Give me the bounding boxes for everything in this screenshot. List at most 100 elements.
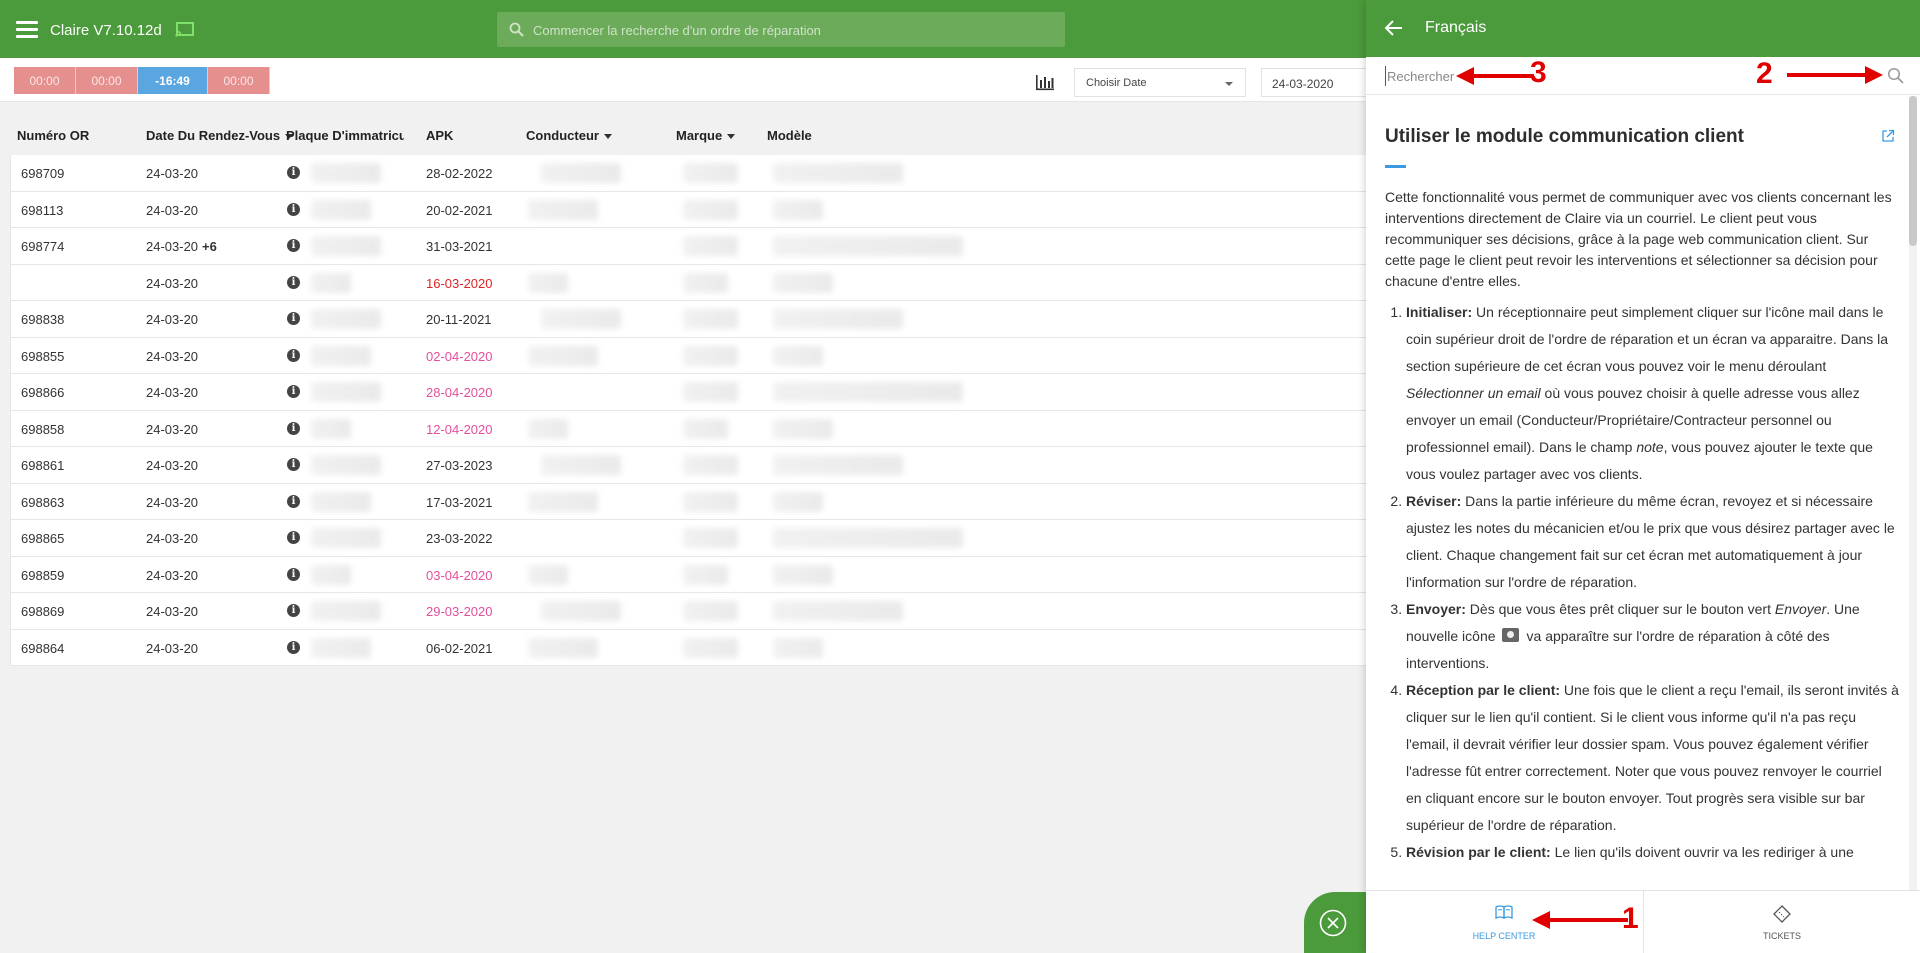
help-search-input[interactable] — [1385, 66, 1785, 86]
app-root: Claire V7.10.12d 00:00 00:00 -16:49 00:0… — [0, 0, 1920, 953]
table-row[interactable]: 698865 24-03-20 i 23-03-2022 — [10, 520, 1366, 557]
redacted-cell — [311, 528, 381, 548]
timer-button[interactable]: 00:00 — [76, 67, 138, 94]
help-panel: Français Utiliser le module communicatio… — [1366, 0, 1920, 953]
column-header-model[interactable]: Modèle — [767, 128, 812, 143]
chevron-down-icon — [1225, 82, 1233, 86]
column-header-plate[interactable]: Plaque D'immatriculation — [286, 128, 404, 143]
cell-apk-date: 03-04-2020 — [426, 567, 493, 583]
column-header-brand[interactable]: Marque — [676, 128, 736, 143]
redacted-cell — [311, 345, 371, 366]
info-icon[interactable]: i — [287, 458, 300, 471]
info-icon[interactable]: i — [287, 531, 300, 544]
cell-apk-date: 20-02-2021 — [426, 202, 493, 218]
bar-chart-icon[interactable] — [1035, 74, 1055, 91]
cell-or-number: 698838 — [21, 312, 65, 327]
redacted-cell — [773, 272, 833, 293]
redacted-cell — [773, 199, 823, 220]
redacted-cell — [311, 236, 381, 256]
date-select[interactable]: Choisir Date — [1074, 68, 1246, 97]
annotation-number-2: 2 — [1756, 57, 1773, 90]
cell-or-number: 698866 — [21, 385, 65, 400]
redacted-cell — [541, 455, 621, 475]
info-icon[interactable]: i — [287, 640, 300, 654]
book-icon — [1495, 905, 1513, 919]
redacted-cell — [311, 163, 381, 183]
table-header: Numéro OR Date Du Rendez-Vous Plaque D'i… — [10, 118, 1366, 154]
column-header-apk[interactable]: APK — [426, 128, 453, 143]
timer-button-active[interactable]: -16:49 — [138, 67, 208, 94]
info-icon[interactable]: i — [287, 604, 300, 617]
back-arrow-icon[interactable] — [1384, 18, 1404, 38]
cell-apk-date: 28-02-2022 — [426, 166, 493, 181]
table-row[interactable]: 698864 24-03-20 i 06-02-2021 — [10, 629, 1366, 666]
title-underline — [1385, 165, 1406, 168]
annotation-number-1: 1 — [1622, 902, 1639, 935]
info-icon[interactable]: i — [287, 421, 300, 435]
redacted-cell — [683, 455, 738, 475]
timer-button[interactable]: 00:00 — [14, 67, 76, 94]
tab-help-center[interactable]: HELP CENTER — [1366, 891, 1642, 953]
redacted-cell — [683, 382, 738, 402]
timer-group: 00:00 00:00 -16:49 00:00 — [14, 67, 270, 94]
hamburger-menu-icon[interactable] — [16, 21, 38, 39]
close-help-button[interactable] — [1304, 892, 1366, 953]
info-icon[interactable]: i — [287, 567, 300, 581]
repair-order-search-input[interactable] — [533, 19, 1053, 41]
redacted-cell — [528, 637, 598, 658]
cell-appointment-date: 24-03-20 — [146, 275, 199, 291]
cell-apk-date: 31-03-2021 — [426, 239, 493, 254]
redacted-cell — [773, 418, 833, 439]
table-row[interactable]: 698855 24-03-20 i 02-04-2020 — [10, 337, 1366, 374]
table-row[interactable]: 698709 24-03-20 i 28-02-2022 — [10, 155, 1366, 192]
cell-or-number: 698709 — [21, 166, 65, 181]
cast-icon[interactable] — [175, 22, 194, 37]
cell-apk-date: 27-03-2023 — [426, 458, 493, 473]
redacted-cell — [541, 309, 621, 329]
redacted-cell — [311, 199, 371, 220]
communication-icon — [1501, 628, 1519, 642]
table-row[interactable]: 698113 24-03-20 i 20-02-2021 — [10, 191, 1366, 228]
cell-appointment-date: 24-03-20 — [146, 166, 199, 181]
redacted-cell — [683, 601, 738, 621]
info-icon[interactable]: i — [287, 166, 300, 179]
help-scrollbar[interactable] — [1909, 96, 1917, 891]
external-link-icon[interactable] — [1881, 129, 1895, 143]
info-icon[interactable]: i — [287, 385, 300, 398]
table-row[interactable]: 698858 24-03-20 i 12-04-2020 — [10, 410, 1366, 447]
info-icon[interactable]: i — [287, 348, 300, 362]
column-header-date[interactable]: Date Du Rendez-Vous — [146, 128, 294, 143]
info-icon[interactable]: i — [287, 312, 300, 325]
table-row[interactable]: 698859 24-03-20 i 03-04-2020 — [10, 556, 1366, 593]
redacted-cell — [311, 455, 381, 475]
table-row[interactable]: 698861 24-03-20 i 27-03-2023 — [10, 447, 1366, 484]
date-field[interactable]: 24-03-2020 — [1261, 68, 1371, 97]
redacted-cell — [773, 345, 823, 366]
table-row[interactable]: 698774 24-03-20 +6 i 31-03-2021 — [10, 228, 1366, 265]
cell-appointment-date: 24-03-20 +6 — [146, 239, 217, 254]
scrollbar-thumb[interactable] — [1909, 96, 1917, 246]
redacted-cell — [773, 601, 903, 621]
timer-button[interactable]: 00:00 — [208, 67, 270, 94]
info-icon[interactable]: i — [287, 275, 300, 289]
table-row[interactable]: 698869 24-03-20 i 29-03-2020 — [10, 593, 1366, 630]
info-icon[interactable]: i — [287, 239, 300, 252]
table-row[interactable]: 698866 24-03-20 i 28-04-2020 — [10, 374, 1366, 411]
table-row[interactable]: 24-03-20 i 16-03-2020 — [10, 264, 1366, 301]
cell-or-number: 698864 — [21, 640, 65, 656]
tab-tickets[interactable]: TICKETS — [1643, 891, 1920, 953]
table-row[interactable]: 698838 24-03-20 i 20-11-2021 — [10, 301, 1366, 338]
column-header-or[interactable]: Numéro OR — [17, 128, 89, 143]
cell-apk-date: 28-04-2020 — [426, 385, 493, 400]
cell-or-number: 698113 — [21, 202, 64, 218]
redacted-cell — [773, 236, 963, 256]
table-row[interactable]: 698863 24-03-20 i 17-03-2021 — [10, 483, 1366, 520]
search-icon[interactable] — [1887, 67, 1904, 84]
cell-or-number: 698861 — [21, 458, 65, 473]
column-header-driver[interactable]: Conducteur — [526, 128, 612, 143]
tab-tickets-label: TICKETS — [1762, 931, 1801, 941]
cell-apk-date: 29-03-2020 — [426, 604, 493, 619]
redacted-cell — [683, 199, 738, 220]
info-icon[interactable]: i — [287, 202, 300, 216]
info-icon[interactable]: i — [287, 494, 300, 508]
